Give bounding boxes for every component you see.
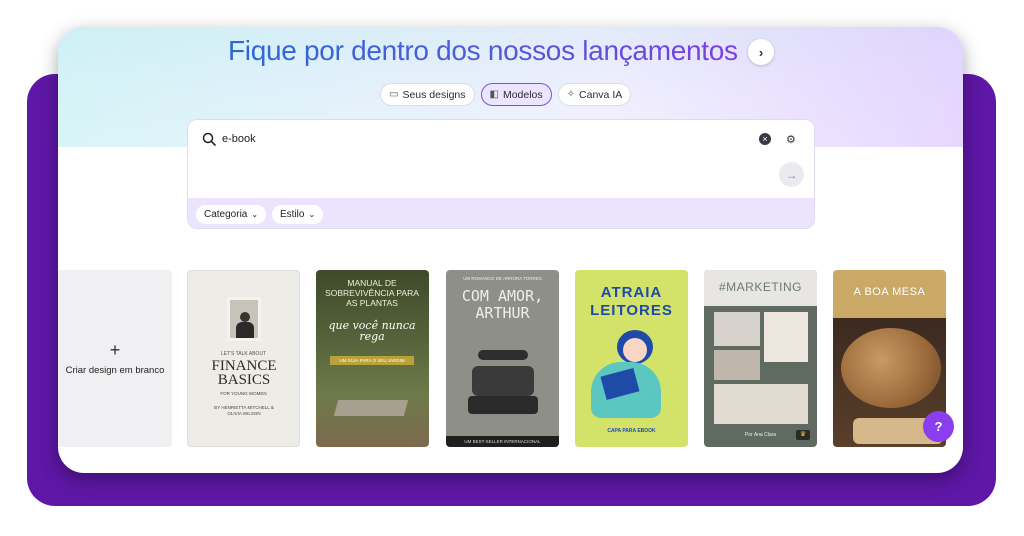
create-blank-label: Criar design em branco — [65, 365, 165, 376]
help-button[interactable]: ? — [923, 411, 954, 442]
search-mode-tabs: ▭ Seus designs ◧ Modelos ✧ Canva IA — [380, 83, 632, 106]
template-kicker: UM ROMANCE DE ARRORA TORRES — [463, 276, 542, 281]
template-title: #MARKETING — [718, 280, 802, 294]
filter-categoria[interactable]: Categoria ⌄ — [196, 205, 267, 224]
search-input[interactable]: e-book — [222, 133, 256, 145]
template-title: A BOA MESA — [853, 286, 926, 298]
template-card-atraia-leitores[interactable]: ATRAIA LEITORES CAPA PARA EBOOK — [575, 270, 688, 447]
photo-collage-item — [764, 312, 808, 362]
typewriter-illustration — [468, 350, 538, 420]
template-card-marketing[interactable]: #MARKETING Por Ana Clara ♛ — [704, 270, 817, 447]
search-icon — [202, 132, 216, 146]
filter-label: Estilo — [280, 209, 305, 220]
tab-seus-designs[interactable]: ▭ Seus designs — [380, 83, 475, 106]
template-card-manual-plantas[interactable]: MANUAL DE SOBREVIVÊNCIA PARA AS PLANTAS … — [316, 270, 429, 447]
template-title: ATRAIA LEITORES — [590, 284, 673, 319]
tab-label: Modelos — [502, 88, 543, 101]
template-footer: CAPA PARA EBOOK — [607, 428, 656, 434]
photo-collage-item — [714, 312, 760, 346]
photo-collage-item — [714, 384, 808, 424]
template-card-finance-basics[interactable]: LET'S TALK ABOUT FINANCE BASICS FOR YOUN… — [187, 270, 300, 447]
tab-modelos[interactable]: ◧ Modelos — [480, 83, 552, 106]
search-submit-button[interactable]: → — [779, 162, 804, 187]
template-title: FINANCE BASICS — [211, 358, 277, 388]
tab-canva-ia[interactable]: ✧ Canva IA — [557, 83, 632, 106]
search-box: e-book × ⚙ → Categoria ⌄ Estilo ⌄ — [187, 119, 815, 229]
photo-collage-item — [714, 350, 760, 380]
chevron-down-icon: ⌄ — [251, 210, 259, 219]
chevron-down-icon: ⌄ — [308, 210, 316, 219]
filter-estilo[interactable]: Estilo ⌄ — [272, 205, 324, 224]
template-icon: ◧ — [489, 89, 499, 100]
premium-crown-icon: ♛ — [796, 430, 810, 440]
headline-chevron-right-icon[interactable]: › — [748, 39, 774, 65]
portrait-photo — [227, 297, 261, 341]
search-input-area[interactable]: e-book × ⚙ → — [188, 120, 814, 198]
create-blank-design-card[interactable]: + Criar design em branco — [58, 270, 172, 447]
filter-sliders-icon[interactable]: ⚙ — [786, 133, 796, 146]
template-script: que você nunca rega — [328, 319, 416, 343]
reader-illustration — [585, 330, 675, 420]
tab-label: Canva IA — [579, 88, 623, 101]
template-authors: BY HENRIETTA MITCHELL & OLIVIA WILSON — [214, 405, 274, 416]
clear-icon[interactable]: × — [759, 133, 771, 145]
filter-label: Categoria — [204, 209, 248, 220]
promo-stage: Fique por dentro dos nossos lançamentos … — [0, 0, 1024, 536]
template-footer: UM BEST-SELLER INTERNACIONAL — [446, 436, 559, 447]
template-title: COM AMOR, ARTHUR — [461, 287, 544, 322]
plus-icon: + — [109, 340, 121, 360]
template-kicker: LET'S TALK ABOUT — [220, 351, 267, 357]
sparkle-icon: ✧ — [566, 89, 576, 100]
page-headline[interactable]: Fique por dentro dos nossos lançamentos — [228, 35, 738, 67]
canva-home-card: Fique por dentro dos nossos lançamentos … — [58, 27, 963, 473]
folder-icon: ▭ — [389, 89, 399, 100]
template-subtitle: UM GUIA PARA O SEU JARDIM — [330, 356, 414, 365]
tab-label: Seus designs — [402, 88, 466, 101]
template-card-com-amor-arthur[interactable]: UM ROMANCE DE ARRORA TORRES COM AMOR, AR… — [446, 270, 559, 447]
template-subtitle: FOR YOUNG WOMEN — [220, 391, 267, 396]
filter-bar: Categoria ⌄ Estilo ⌄ — [188, 198, 814, 228]
template-title: MANUAL DE SOBREVIVÊNCIA PARA AS PLANTAS — [325, 278, 419, 308]
garden-chair-shape — [333, 400, 409, 416]
